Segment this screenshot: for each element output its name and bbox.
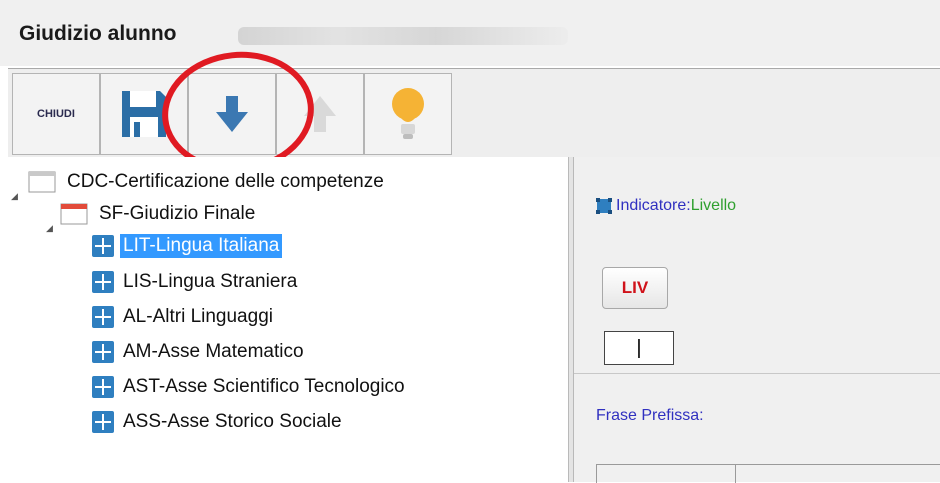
expander-icon[interactable]: ◢ <box>46 223 53 234</box>
indicator-line: Indicatore: Livello <box>596 197 736 215</box>
close-button[interactable]: CHIUDI <box>12 73 100 155</box>
prefix-table <box>596 464 940 483</box>
liv-button[interactable]: LIV <box>602 267 668 309</box>
document-icon <box>28 171 56 193</box>
expander-icon[interactable]: ◢ <box>11 191 18 202</box>
grid-icon <box>92 271 114 293</box>
grid-icon <box>92 411 114 433</box>
indicator-value: Livello <box>690 197 737 214</box>
window-titlebar: Giudizio alunno <box>0 0 940 66</box>
floppy-disk-icon <box>122 91 166 137</box>
section-separator <box>574 373 940 374</box>
tree-item-ast[interactable]: AST-Asse Scientifico Tecnologico <box>92 374 408 400</box>
tree-item-label: LIS-Lingua Straniera <box>123 271 298 292</box>
prefix-label: Frase Prefissa: <box>596 407 704 424</box>
grid-icon <box>92 306 114 328</box>
tree-item-label: LIT-Lingua Italiana <box>120 234 283 258</box>
tree-child[interactable]: SF-Giudizio Finale <box>60 201 258 227</box>
tree-item-label: ASS-Asse Storico Sociale <box>123 411 342 432</box>
hint-button[interactable] <box>364 73 452 155</box>
tree-item-lis[interactable]: LIS-Lingua Straniera <box>92 269 300 295</box>
indicator-key: Indicatore: <box>616 197 691 214</box>
tree-item-label: AL-Altri Linguaggi <box>123 306 273 327</box>
table-column-divider <box>735 465 736 483</box>
grid-icon <box>92 376 114 398</box>
tree-item-label: AM-Asse Matematico <box>123 341 304 362</box>
tree-item-lit[interactable]: LIT-Lingua Italiana <box>92 233 283 259</box>
tree-item-label: AST-Asse Scientifico Tecnologico <box>123 376 405 397</box>
tree-item-am[interactable]: AM-Asse Matematico <box>92 339 307 365</box>
detail-panel: Indicatore:Livello LIV Frase Prefissa: <box>574 157 940 483</box>
tree-root[interactable]: CDC-Certificazione delle competenze <box>28 169 387 195</box>
lightbulb-icon <box>392 88 424 139</box>
tree-panel: ◢ CDC-Certificazione delle competenze ◢ … <box>8 157 568 482</box>
grid-icon <box>92 341 114 363</box>
toolbar: CHIUDI <box>8 68 940 158</box>
tree-item-al[interactable]: AL-Altri Linguaggi <box>92 304 276 330</box>
level-input[interactable] <box>604 331 674 365</box>
redacted-student-name <box>238 27 568 45</box>
tree-root-label: CDC-Certificazione delle competenze <box>67 171 384 192</box>
tree-item-ass[interactable]: ASS-Asse Storico Sociale <box>92 409 345 435</box>
grid-icon <box>92 235 114 257</box>
tree-child-label: SF-Giudizio Finale <box>99 203 256 224</box>
calendar-icon <box>60 203 88 225</box>
window-title: Giudizio alunno <box>19 22 177 45</box>
indicator-icon <box>596 198 612 214</box>
